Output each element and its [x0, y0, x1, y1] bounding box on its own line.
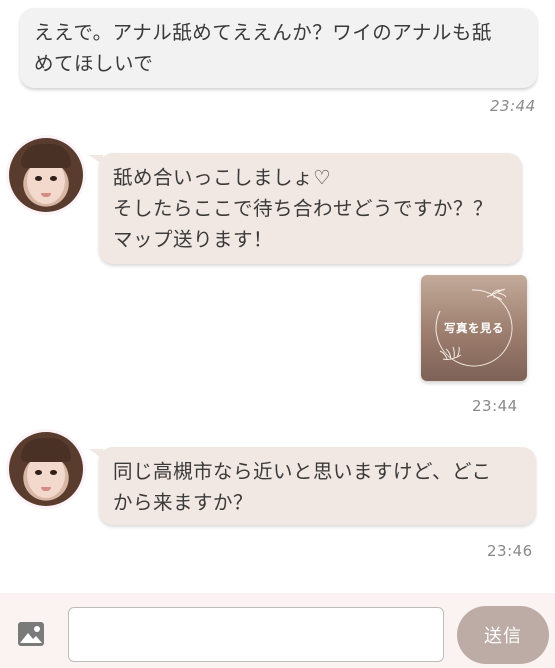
photo-card-label: 写真を見る: [444, 321, 504, 335]
message-timestamp: 23:44: [490, 97, 536, 115]
avatar[interactable]: [9, 432, 83, 506]
avatar-hair: [21, 144, 71, 168]
avatar-hair: [21, 438, 71, 462]
message-timestamp: 23:44: [472, 397, 518, 415]
incoming-message-bubble: 舐め合いっこしましょ♡ そしたらここで待ち合わせどうですか？？ マップ送ります！: [89, 153, 522, 264]
send-button[interactable]: 送信: [457, 606, 549, 664]
message-timestamp: 23:46: [487, 542, 533, 560]
incoming-message-bubble: 同じ高槻市なら近いと思いますけど、どこ から来ますか？: [89, 447, 536, 525]
message-composer: 送信: [0, 593, 555, 668]
message-input[interactable]: [68, 607, 444, 662]
avatar-eye: [35, 470, 42, 475]
photo-card[interactable]: 写真を見る: [421, 275, 527, 381]
outgoing-message-bubble: ええで。アナル舐めてええんか？ワイのアナルも舐 めてほしいで: [20, 8, 537, 88]
avatar-eye: [35, 176, 42, 181]
avatar-eye: [50, 470, 57, 475]
image-icon[interactable]: [17, 621, 45, 647]
avatar[interactable]: [9, 138, 83, 212]
avatar-eye: [50, 176, 57, 181]
